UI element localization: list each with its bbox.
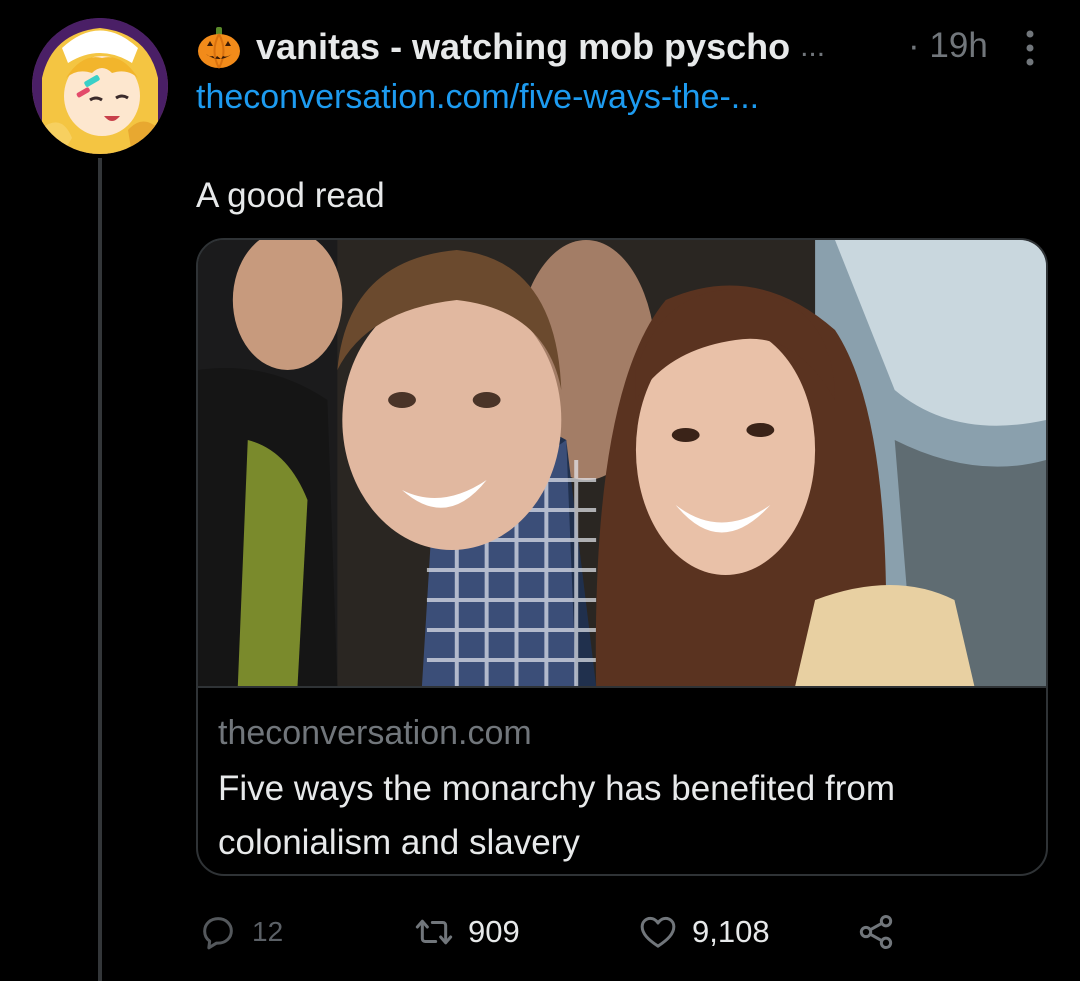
retweet-count: 909 <box>468 914 520 949</box>
like-count: 9,108 <box>692 914 770 949</box>
tweet-text: A good read <box>196 176 385 215</box>
reply-button[interactable]: 12 <box>198 904 283 960</box>
display-name[interactable]: vanitas - watching mob pyscho <box>256 26 790 68</box>
avatar[interactable] <box>32 18 168 154</box>
name-row[interactable]: vanitas - watching mob pyscho ... <box>196 22 825 72</box>
tweet-link[interactable]: theconversation.com/five-ways-the-... <box>196 78 759 117</box>
time-separator: · <box>908 26 920 65</box>
action-bar: 12 909 9,108 <box>196 904 1056 960</box>
reply-count: 12 <box>252 916 284 947</box>
card-divider <box>198 686 1046 688</box>
heart-icon <box>640 916 676 948</box>
thread-line <box>98 158 102 981</box>
more-options-icon[interactable] <box>1022 28 1038 68</box>
tweet-header: vanitas - watching mob pyscho ... · 19h … <box>196 22 1066 122</box>
card-image[interactable] <box>198 240 1046 686</box>
card-domain: theconversation.com <box>218 714 532 752</box>
reply-icon <box>203 917 233 950</box>
share-button[interactable] <box>856 904 896 960</box>
retweet-icon <box>415 919 453 945</box>
share-icon <box>859 915 893 949</box>
name-truncation: ... <box>800 30 826 63</box>
royal-couple-photo <box>198 240 1046 686</box>
anime-avatar-icon <box>32 18 168 154</box>
timestamp[interactable]: · 19h <box>908 26 988 66</box>
retweet-button[interactable]: 909 <box>414 904 520 960</box>
like-button[interactable]: 9,108 <box>638 904 770 960</box>
link-card[interactable]: theconversation.com Five ways the monarc… <box>196 238 1048 876</box>
time-value: 19h <box>929 26 988 65</box>
card-title[interactable]: Five ways the monarchy has benefited fro… <box>218 762 1018 870</box>
pumpkin-icon <box>198 27 240 69</box>
